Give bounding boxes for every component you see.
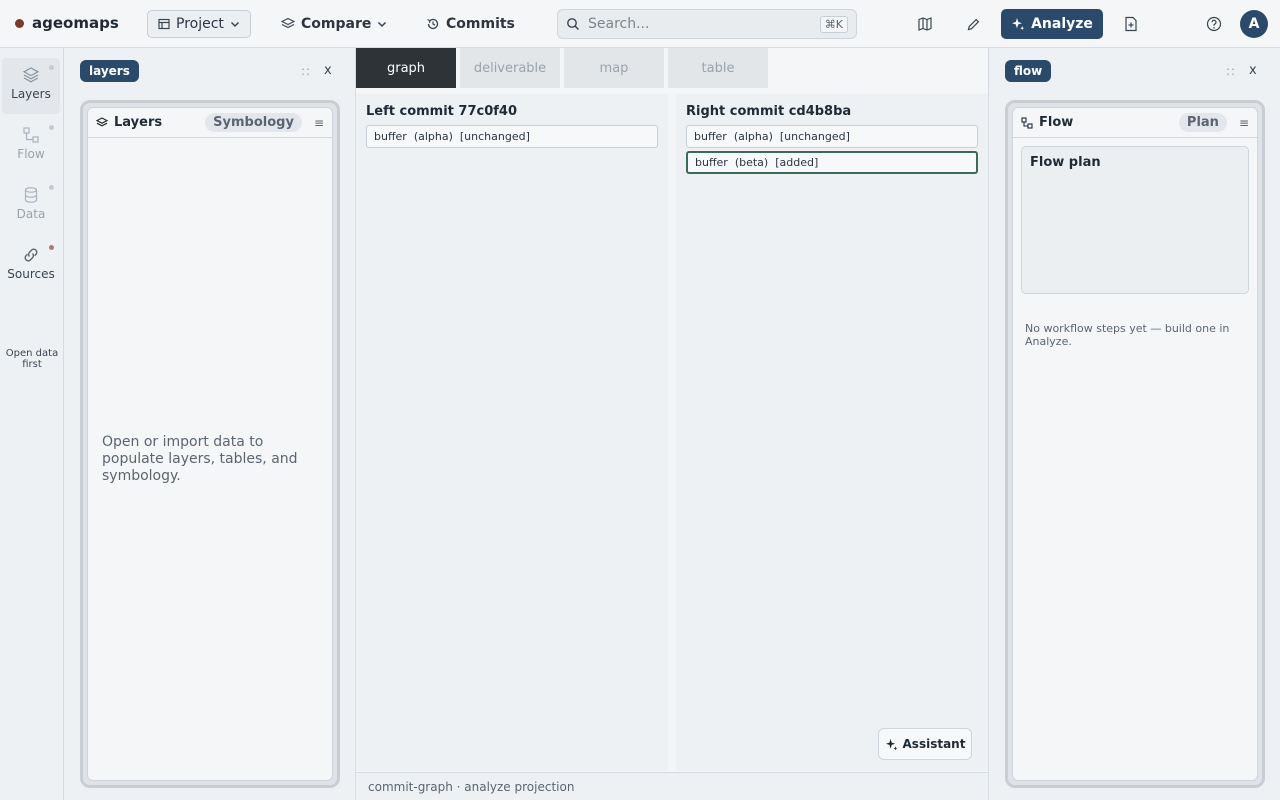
- flow-plan-title: Flow plan: [1030, 155, 1101, 170]
- rail-note: Open data first: [5, 348, 59, 370]
- link-icon: [24, 248, 38, 262]
- compare-view: graph deliverable map table Left commit …: [356, 48, 988, 800]
- chevron-down-icon: [378, 21, 387, 28]
- export-button[interactable]: [1119, 12, 1143, 36]
- rail-label: Data: [16, 207, 46, 221]
- file-plus-icon: [1125, 16, 1137, 32]
- assistant-label: Assistant: [902, 737, 966, 751]
- tab-table[interactable]: table: [668, 48, 768, 88]
- card-title: Layers: [114, 115, 163, 130]
- map-icon: [918, 17, 932, 31]
- rail-label: Sources: [7, 267, 55, 281]
- search-box[interactable]: Search... ⌘K: [557, 9, 857, 39]
- rail-item-flow[interactable]: Flow: [2, 118, 60, 174]
- commits-button[interactable]: Commits: [416, 10, 525, 38]
- rail-status-dot: [49, 65, 54, 70]
- compare-button[interactable]: Compare: [271, 10, 397, 38]
- rail-item-data[interactable]: Data: [2, 178, 60, 234]
- database-icon: [24, 187, 38, 203]
- project-label: Project: [176, 16, 224, 32]
- tab-deliverable[interactable]: deliverable: [460, 48, 560, 88]
- rail-label: Layers: [11, 87, 51, 101]
- drag-handle-icon[interactable]: ::: [1226, 64, 1236, 78]
- sparkle-icon: [1012, 18, 1025, 31]
- status-bar: commit-graph · analyze projection: [356, 772, 988, 800]
- plan-tab[interactable]: Plan: [1178, 113, 1227, 132]
- chevron-down-icon: [230, 21, 239, 28]
- flow-card: Flow Plan ≡ Flow plan No workflow steps …: [1012, 107, 1258, 781]
- layers-icon: [96, 116, 108, 126]
- view-tabs: graph deliverable map table: [356, 48, 988, 88]
- project-button[interactable]: Project: [147, 10, 251, 38]
- layers-frame: Layers Symbology ≡ Open or import data t…: [80, 100, 340, 788]
- layers-icon: [22, 67, 40, 83]
- top-bar: ageomaps Project Compare Commits Search.…: [0, 0, 1280, 48]
- rail-item-layers[interactable]: Layers: [2, 58, 60, 114]
- right-commit-column: Right commit cd4b8ba buffer (alpha) [unc…: [676, 94, 988, 771]
- commits-label: Commits: [446, 16, 515, 32]
- search-icon: [567, 18, 580, 31]
- brand-dot-icon: [15, 18, 24, 28]
- flow-icon: [23, 127, 39, 143]
- layers-card: Layers Symbology ≡ Open or import data t…: [87, 107, 333, 781]
- sparkle-icon: [885, 738, 897, 750]
- app-name: ageomaps: [32, 14, 119, 32]
- left-commit-title: Left commit 77c0f40: [366, 104, 518, 119]
- flow-card-header: Flow Plan ≡: [1013, 108, 1257, 138]
- layers-card-header: Layers Symbology ≡: [88, 108, 332, 138]
- flow-panel: flow :: x Flow Plan ≡ Flow plan No workf…: [988, 48, 1280, 800]
- rail-alert-dot: [49, 245, 54, 250]
- brand[interactable]: ageomaps: [15, 14, 119, 32]
- rail-label: Flow: [17, 147, 45, 161]
- tab-map[interactable]: map: [564, 48, 664, 88]
- project-icon: [158, 18, 170, 30]
- empty-state-message: Open or import data to populate layers, …: [102, 434, 298, 484]
- close-button[interactable]: x: [1249, 63, 1257, 78]
- history-icon: [427, 18, 439, 30]
- drag-handle-icon[interactable]: ::: [301, 64, 311, 78]
- avatar[interactable]: A: [1240, 10, 1268, 38]
- rail-status-dot: [49, 185, 54, 190]
- panel-pill-layers[interactable]: layers: [80, 60, 139, 82]
- edit-button[interactable]: [961, 12, 985, 36]
- flow-plan-box: Flow plan: [1021, 146, 1249, 294]
- layers-panel: layers :: x Layers Symbology ≡ Open or i…: [64, 48, 356, 800]
- symbology-tab[interactable]: Symbology: [205, 113, 302, 132]
- panel-pill-flow[interactable]: flow: [1005, 60, 1052, 82]
- analyze-button[interactable]: Analyze: [1001, 9, 1103, 39]
- rail-status-dot: [49, 125, 54, 130]
- left-commit-column: Left commit 77c0f40 buffer (alpha) [unch…: [356, 94, 668, 771]
- search-input[interactable]: Search...: [588, 16, 812, 32]
- list-item[interactable]: buffer (alpha) [unchanged]: [686, 125, 978, 148]
- list-item[interactable]: buffer (alpha) [unchanged]: [366, 125, 658, 148]
- compare-label: Compare: [301, 16, 372, 32]
- rail-item-sources[interactable]: Sources: [2, 238, 60, 294]
- tab-graph[interactable]: graph: [356, 48, 456, 88]
- menu-icon[interactable]: ≡: [314, 116, 324, 130]
- map-view-button[interactable]: [913, 12, 937, 36]
- layers-icon: [281, 17, 295, 29]
- flow-frame: Flow Plan ≡ Flow plan No workflow steps …: [1005, 100, 1265, 788]
- empty-state-message: No workflow steps yet — build one in Ana…: [1025, 322, 1230, 348]
- right-commit-title: Right commit cd4b8ba: [686, 104, 852, 119]
- list-item-added[interactable]: buffer (beta) [added]: [686, 151, 978, 174]
- card-title: Flow: [1039, 115, 1074, 130]
- pencil-icon: [967, 18, 979, 30]
- menu-icon[interactable]: ≡: [1239, 116, 1249, 130]
- help-icon: [1206, 16, 1222, 32]
- search-shortcut: ⌘K: [819, 15, 848, 33]
- assistant-button[interactable]: Assistant: [878, 728, 972, 760]
- help-button[interactable]: [1202, 12, 1226, 36]
- left-rail: Layers Flow Data Sources Open data first: [0, 48, 64, 800]
- flow-icon: [1021, 116, 1033, 129]
- analyze-label: Analyze: [1031, 16, 1093, 32]
- close-button[interactable]: x: [324, 63, 332, 78]
